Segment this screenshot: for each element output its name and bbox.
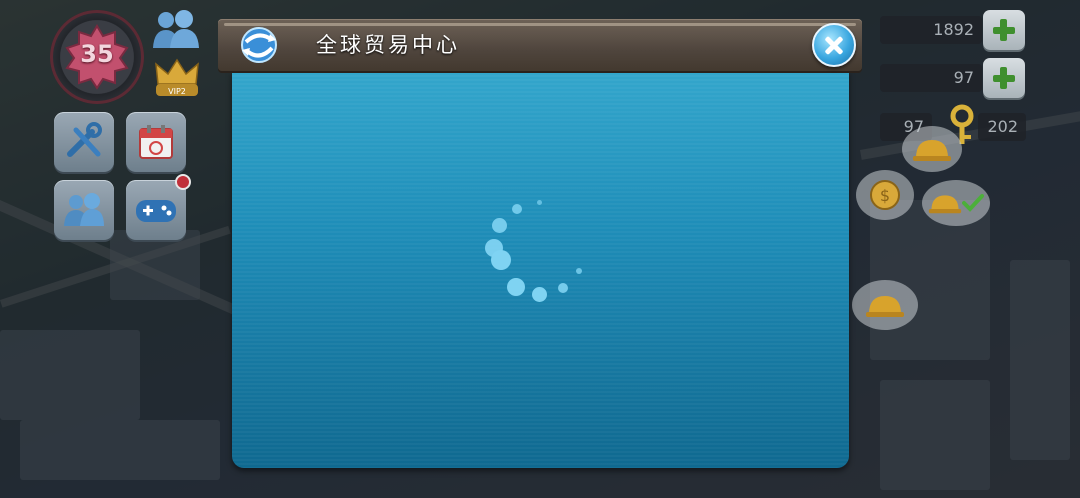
coin-bubble[interactable]: $ — [856, 170, 914, 220]
coin-icon: $ — [870, 180, 900, 210]
vip-crown-icon[interactable]: VIP2 — [150, 56, 204, 100]
resource-counter-2: 97 — [880, 64, 982, 92]
loading-spinner — [470, 180, 610, 320]
construction-done-bubble[interactable] — [922, 180, 990, 226]
resource-counter-1: 1892 — [880, 16, 982, 44]
globe-trade-icon — [241, 27, 277, 63]
neighbors-icon — [64, 193, 104, 226]
helmet-icon — [866, 296, 904, 317]
add-resource-2-button[interactable] — [983, 58, 1025, 98]
games-button[interactable] — [126, 180, 186, 240]
construction-bubble[interactable] — [902, 126, 962, 172]
gamepad-icon — [136, 200, 176, 222]
daily-calendar-button[interactable] — [126, 112, 186, 172]
helmet-icon — [913, 140, 951, 161]
dialog-title: 全球贸易中心 — [316, 33, 460, 57]
helmet-icon — [928, 195, 962, 214]
vip-label: VIP2 — [168, 87, 186, 96]
tools-icon — [67, 122, 102, 157]
notification-dot — [175, 174, 191, 190]
build-tools-button[interactable] — [54, 112, 114, 172]
checkmark-icon — [962, 194, 984, 212]
close-button[interactable] — [812, 23, 856, 67]
svg-text:$: $ — [880, 186, 890, 205]
neighbors-button[interactable] — [54, 180, 114, 240]
add-resource-1-button[interactable] — [983, 10, 1025, 50]
dialog-header — [218, 19, 862, 71]
resource-counter-4: 202 — [978, 113, 1026, 141]
friends-icon[interactable] — [150, 8, 202, 52]
calendar-icon — [139, 125, 173, 159]
level-number: 35 — [80, 40, 114, 68]
construction-bubble[interactable] — [852, 280, 918, 330]
